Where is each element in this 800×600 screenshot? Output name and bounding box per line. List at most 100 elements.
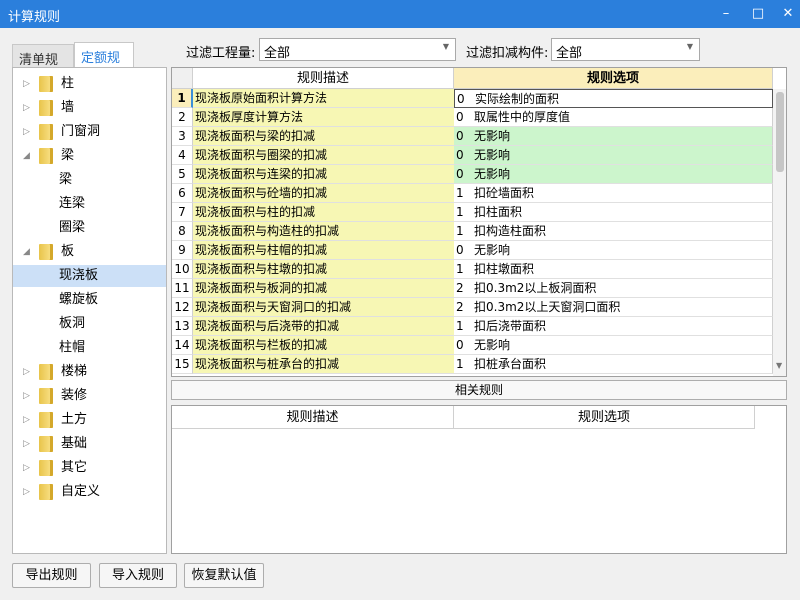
scroll-down-icon[interactable]: ▼: [776, 361, 782, 370]
rule-description[interactable]: 现浇板面积与柱的扣减: [193, 203, 454, 222]
table-row[interactable]: 1 现浇板原始面积计算方法 0 实际绘制的面积: [172, 89, 773, 108]
table-row[interactable]: 10 现浇板面积与柱墩的扣减 1 扣柱墩面积: [172, 260, 773, 279]
rule-description[interactable]: 现浇板厚度计算方法: [193, 108, 454, 127]
rule-option[interactable]: 0 无影响: [454, 127, 773, 146]
tree-item[interactable]: ◢ 板: [13, 241, 166, 263]
rule-option[interactable]: 1 扣后浇带面积: [454, 317, 773, 336]
related-header-description[interactable]: 规则描述: [172, 406, 454, 429]
table-row[interactable]: 12 现浇板面积与天窗洞口的扣减 2 扣0.3m2以上天窗洞口面积: [172, 298, 773, 317]
option-text: 取属性中的厚度值: [474, 110, 571, 124]
header-options[interactable]: 规则选项: [454, 68, 773, 89]
import-rules-button[interactable]: 导入规则: [99, 563, 177, 588]
tab-quota-rules[interactable]: 定额规则: [74, 42, 134, 85]
restore-defaults-button[interactable]: 恢复默认值: [184, 563, 264, 588]
option-text: 扣柱面积: [474, 205, 523, 219]
maximize-button[interactable]: □: [746, 4, 770, 24]
related-header-options[interactable]: 规则选项: [454, 406, 755, 429]
table-row[interactable]: 2 现浇板厚度计算方法 0 取属性中的厚度值: [172, 108, 773, 127]
rule-description[interactable]: 现浇板面积与圈梁的扣减: [193, 146, 454, 165]
rule-description[interactable]: 现浇板面积与连梁的扣减: [193, 165, 454, 184]
collapsed-arrow-icon[interactable]: ▷: [23, 121, 30, 143]
collapsed-arrow-icon[interactable]: ▷: [23, 361, 30, 383]
close-button[interactable]: ✕: [776, 4, 800, 24]
tree-item[interactable]: 柱帽: [13, 337, 166, 359]
table-row[interactable]: 13 现浇板面积与后浇带的扣减 1 扣后浇带面积: [172, 317, 773, 336]
expanded-arrow-icon[interactable]: ◢: [23, 145, 30, 167]
option-value: 0: [456, 129, 464, 143]
tree-item-label: 其它: [61, 460, 88, 475]
rule-option[interactable]: 0 无影响: [454, 165, 773, 184]
rule-option[interactable]: 0 取属性中的厚度值: [454, 108, 773, 127]
related-rules-button[interactable]: 相关规则: [171, 380, 787, 400]
table-row[interactable]: 3 现浇板面积与梁的扣减 0 无影响: [172, 127, 773, 146]
collapsed-arrow-icon[interactable]: ▷: [23, 385, 30, 407]
table-row[interactable]: 9 现浇板面积与柱帽的扣减 0 无影响: [172, 241, 773, 260]
rule-option[interactable]: 0 无影响: [454, 336, 773, 355]
rule-description[interactable]: 现浇板面积与构造柱的扣减: [193, 222, 454, 241]
rule-description[interactable]: 现浇板面积与后浇带的扣减: [193, 317, 454, 336]
rule-description[interactable]: 现浇板面积与砼墙的扣减: [193, 184, 454, 203]
tree-item[interactable]: ▷ 柱: [13, 73, 166, 95]
scrollbar-thumb[interactable]: [776, 92, 784, 172]
tree-item[interactable]: ▷ 墙: [13, 97, 166, 119]
table-row[interactable]: 15 现浇板面积与桩承台的扣减 1 扣桩承台面积: [172, 355, 773, 374]
rule-description[interactable]: 现浇板面积与板洞的扣减: [193, 279, 454, 298]
tree-item[interactable]: ▷ 门窗洞: [13, 121, 166, 143]
rule-option[interactable]: 2 扣0.3m2以上天窗洞口面积: [454, 298, 773, 317]
rule-option[interactable]: 1 扣构造柱面积: [454, 222, 773, 241]
tab-list-rules[interactable]: 清单规则: [12, 44, 74, 87]
tree-item[interactable]: ▷ 装修: [13, 385, 166, 407]
header-description[interactable]: 规则描述: [193, 68, 454, 89]
row-number: 13: [172, 317, 193, 336]
tree-item[interactable]: 梁: [13, 169, 166, 191]
rule-option[interactable]: 0 实际绘制的面积: [454, 89, 773, 108]
minimize-button[interactable]: –: [714, 4, 738, 24]
collapsed-arrow-icon[interactable]: ▷: [23, 433, 30, 455]
rule-description[interactable]: 现浇板面积与梁的扣减: [193, 127, 454, 146]
export-rules-button[interactable]: 导出规则: [12, 563, 91, 588]
rule-option[interactable]: 1 扣柱面积: [454, 203, 773, 222]
tree-item[interactable]: 螺旋板: [13, 289, 166, 311]
collapsed-arrow-icon[interactable]: ▷: [23, 409, 30, 431]
expanded-arrow-icon[interactable]: ◢: [23, 241, 30, 263]
rule-description[interactable]: 现浇板面积与柱墩的扣减: [193, 260, 454, 279]
rule-option[interactable]: 0 无影响: [454, 146, 773, 165]
tree-item[interactable]: ▷ 自定义: [13, 481, 166, 503]
tree-item[interactable]: ▷ 其它: [13, 457, 166, 479]
tree-item[interactable]: ▷ 基础: [13, 433, 166, 455]
rule-option[interactable]: 2 扣0.3m2以上板洞面积: [454, 279, 773, 298]
collapsed-arrow-icon[interactable]: ▷: [23, 457, 30, 479]
table-row[interactable]: 6 现浇板面积与砼墙的扣减 1 扣砼墙面积: [172, 184, 773, 203]
rule-description[interactable]: 现浇板原始面积计算方法: [193, 89, 454, 108]
filter-quantity-select[interactable]: 全部 ▼: [259, 38, 456, 61]
tree-item[interactable]: 现浇板: [13, 265, 166, 287]
rule-option[interactable]: 1 扣柱墩面积: [454, 260, 773, 279]
tree-item[interactable]: 圈梁: [13, 217, 166, 239]
table-row[interactable]: 5 现浇板面积与连梁的扣减 0 无影响: [172, 165, 773, 184]
collapsed-arrow-icon[interactable]: ▷: [23, 73, 30, 95]
rule-option[interactable]: 0 无影响: [454, 241, 773, 260]
tree-item[interactable]: ▷ 楼梯: [13, 361, 166, 383]
rule-option[interactable]: 1 扣桩承台面积: [454, 355, 773, 374]
table-row[interactable]: 4 现浇板面积与圈梁的扣减 0 无影响: [172, 146, 773, 165]
tree-item[interactable]: 连梁: [13, 193, 166, 215]
tree-item[interactable]: ◢ 梁: [13, 145, 166, 167]
rule-description[interactable]: 现浇板面积与天窗洞口的扣减: [193, 298, 454, 317]
rule-description[interactable]: 现浇板面积与柱帽的扣减: [193, 241, 454, 260]
rule-description[interactable]: 现浇板面积与桩承台的扣减: [193, 355, 454, 374]
collapsed-arrow-icon[interactable]: ▷: [23, 97, 30, 119]
tree-item[interactable]: 板洞: [13, 313, 166, 335]
table-row[interactable]: 14 现浇板面积与栏板的扣减 0 无影响: [172, 336, 773, 355]
row-number: 9: [172, 241, 193, 260]
folder-icon: [39, 460, 53, 476]
option-text: 无影响: [474, 243, 511, 257]
collapsed-arrow-icon[interactable]: ▷: [23, 481, 30, 503]
table-row[interactable]: 8 现浇板面积与构造柱的扣减 1 扣构造柱面积: [172, 222, 773, 241]
rule-description[interactable]: 现浇板面积与栏板的扣减: [193, 336, 454, 355]
tree-item[interactable]: ▷ 土方: [13, 409, 166, 431]
table-row[interactable]: 7 现浇板面积与柱的扣减 1 扣柱面积: [172, 203, 773, 222]
table-row[interactable]: 11 现浇板面积与板洞的扣减 2 扣0.3m2以上板洞面积: [172, 279, 773, 298]
option-value: 0: [456, 338, 464, 352]
rule-option[interactable]: 1 扣砼墙面积: [454, 184, 773, 203]
filter-deduct-select[interactable]: 全部 ▼: [551, 38, 700, 61]
